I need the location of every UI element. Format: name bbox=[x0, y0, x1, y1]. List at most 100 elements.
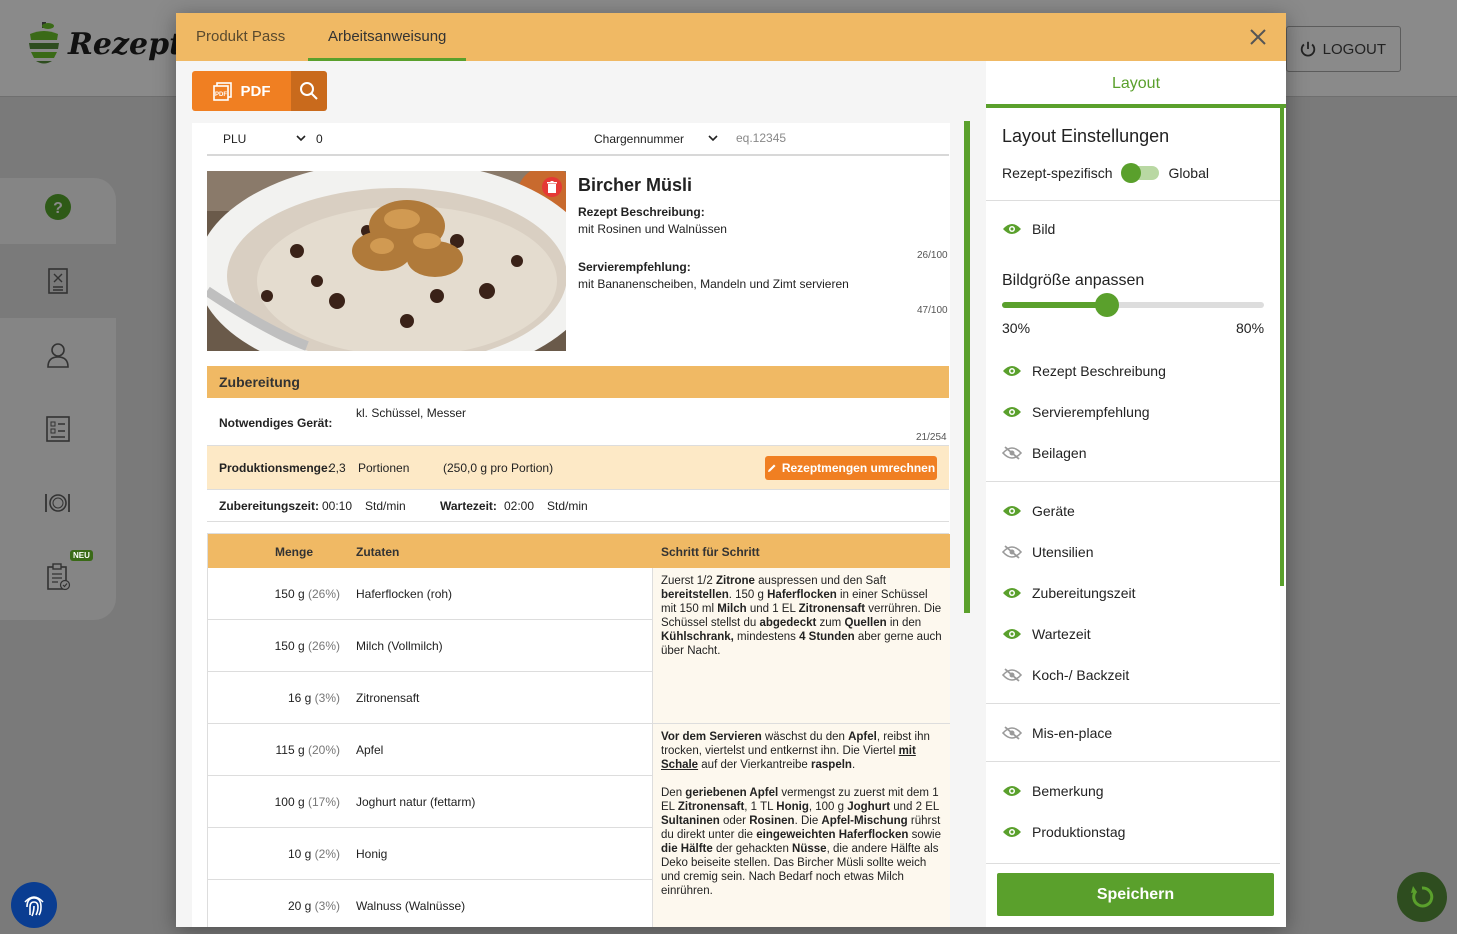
produktionsmenge-row: Produktionsmenge: 2,3 Portionen (250,0 g… bbox=[207, 446, 949, 490]
zub-zeit-value[interactable]: 00:10 bbox=[322, 499, 352, 513]
sidebar-item-recipes[interactable] bbox=[0, 244, 116, 318]
option-label: Mis-en-place bbox=[1032, 725, 1113, 741]
eye-icon[interactable] bbox=[1002, 825, 1022, 839]
option-label: Koch-/ Backzeit bbox=[1032, 667, 1130, 683]
option-produktionstag[interactable]: Produktionstag bbox=[1002, 824, 1125, 840]
tab-produkt-pass[interactable]: Produkt Pass bbox=[176, 13, 305, 61]
divider bbox=[986, 703, 1280, 704]
ingredient-amount: 16 g bbox=[287, 691, 312, 705]
toggle-knob[interactable] bbox=[1120, 163, 1141, 183]
pdf-label: PDF bbox=[240, 82, 271, 100]
option-label: Servierempfehlung bbox=[1032, 404, 1150, 420]
option-utensilien[interactable]: Utensilien bbox=[1002, 544, 1093, 560]
option-rezept-beschreibung[interactable]: Rezept Beschreibung bbox=[1002, 363, 1166, 379]
slider-handle[interactable] bbox=[1094, 293, 1119, 317]
tab-arbeitsanweisung[interactable]: Arbeitsanweisung bbox=[308, 13, 467, 61]
ingredient-name: Joghurt natur (fettarm) bbox=[356, 795, 476, 809]
checklist-icon bbox=[46, 416, 70, 442]
prod-value[interactable]: 2,3 bbox=[329, 461, 346, 475]
sidebar-item-users[interactable] bbox=[0, 318, 116, 392]
eye-icon[interactable] bbox=[1002, 586, 1022, 600]
step-1[interactable]: Zuerst 1/2 Zitrone auspressen und den Sa… bbox=[653, 568, 950, 724]
eye-off-icon[interactable] bbox=[1002, 668, 1022, 682]
eye-icon[interactable] bbox=[1002, 364, 1022, 378]
plu-input[interactable]: 0 bbox=[316, 132, 323, 146]
layout-panel: Layout Layout Einstellungen Rezept-spezi… bbox=[986, 61, 1286, 927]
ingredient-name: Honig bbox=[356, 847, 388, 861]
option-label: Zubereitungszeit bbox=[1032, 585, 1136, 601]
option-beilagen[interactable]: Beilagen bbox=[1002, 445, 1087, 461]
toggle-left-label: Rezept-spezifisch bbox=[1002, 165, 1113, 181]
fingerprint-button[interactable] bbox=[11, 882, 57, 928]
umrechnen-button[interactable]: Rezeptmengen umrechnen bbox=[765, 456, 937, 480]
refresh-button[interactable] bbox=[1397, 872, 1447, 922]
help-icon: ? bbox=[45, 194, 71, 220]
option-label: Bemerkung bbox=[1032, 783, 1104, 799]
option-label: Geräte bbox=[1032, 503, 1075, 519]
recipe-modal: Produkt Pass Arbeitsanweisung PDF PDF PL… bbox=[176, 13, 1286, 927]
desc-value[interactable]: mit Rosinen und Walnüssen bbox=[578, 222, 727, 236]
pencil-icon bbox=[767, 464, 776, 472]
document-panel: PDF PDF PLU 0 Chargennummer eq.12345 Bir… bbox=[176, 61, 986, 927]
divider bbox=[986, 481, 1280, 482]
option-servierempfehlung[interactable]: Servierempfehlung bbox=[1002, 404, 1150, 420]
option-zubereitungszeit[interactable]: Zubereitungszeit bbox=[1002, 585, 1136, 601]
fingerprint-icon bbox=[24, 896, 44, 917]
document-scrollbar[interactable] bbox=[964, 121, 970, 613]
close-icon[interactable] bbox=[1246, 25, 1270, 49]
table-row: 150 g (26%) Milch (Vollmilch) bbox=[208, 620, 653, 672]
geraet-value[interactable]: kl. Schüssel, Messer bbox=[356, 406, 466, 420]
warte-value[interactable]: 02:00 bbox=[504, 499, 534, 513]
step-2[interactable]: Vor dem Servieren wäschst du den Apfel, … bbox=[653, 724, 950, 927]
eye-off-icon[interactable] bbox=[1002, 545, 1022, 559]
ingredient-amount: 100 g bbox=[274, 795, 305, 809]
eye-icon[interactable] bbox=[1002, 504, 1022, 518]
desc-label: Rezept Beschreibung: bbox=[578, 205, 705, 219]
ingredient-name: Haferflocken (roh) bbox=[356, 587, 453, 601]
zubereitung-header: Zubereitung bbox=[207, 366, 949, 398]
option-bemerkung[interactable]: Bemerkung bbox=[1002, 783, 1104, 799]
slider-min-label: 30% bbox=[1002, 320, 1031, 336]
layout-scrollbar[interactable] bbox=[1280, 108, 1284, 586]
preview-button[interactable] bbox=[291, 71, 327, 111]
charge-select[interactable]: Chargennummer bbox=[594, 132, 684, 146]
table-row: 115 g (20%) Apfel bbox=[208, 724, 653, 776]
eye-off-icon[interactable] bbox=[1002, 446, 1022, 460]
eye-off-icon[interactable] bbox=[1002, 726, 1022, 740]
chevron-down-icon[interactable] bbox=[296, 133, 306, 143]
eye-icon[interactable] bbox=[1002, 405, 1022, 419]
tab-layout[interactable]: Layout bbox=[986, 61, 1286, 108]
search-icon bbox=[300, 82, 318, 100]
delete-image-button[interactable] bbox=[542, 177, 562, 197]
ingredient-amount: 150 g bbox=[274, 587, 305, 601]
serv-label: Servierempfehlung: bbox=[578, 260, 691, 274]
scope-toggle[interactable] bbox=[1120, 163, 1159, 183]
save-button[interactable]: Speichern bbox=[997, 873, 1274, 916]
scope-toggle-row: Rezept-spezifisch Global bbox=[1002, 163, 1209, 183]
serv-value[interactable]: mit Bananenscheiben, Mandeln und Zimt se… bbox=[578, 277, 849, 291]
option-bild[interactable]: Bild bbox=[1002, 221, 1055, 237]
chevron-down-icon[interactable] bbox=[708, 133, 718, 143]
option-mis-en-place[interactable]: Mis-en-place bbox=[1002, 725, 1112, 741]
sidebar-item-menu[interactable] bbox=[0, 466, 116, 540]
option-wartezeit[interactable]: Wartezeit bbox=[1002, 626, 1091, 642]
plu-select[interactable]: PLU bbox=[223, 132, 246, 146]
charge-input[interactable]: eq.12345 bbox=[736, 131, 786, 145]
table-row: 100 g (17%) Joghurt natur (fettarm) bbox=[208, 776, 653, 828]
sidebar-item-help[interactable]: ? bbox=[0, 170, 116, 244]
power-icon bbox=[1300, 41, 1315, 57]
logout-button[interactable]: LOGOUT bbox=[1286, 26, 1401, 72]
table-row: 150 g (26%) Haferflocken (roh) bbox=[208, 568, 653, 620]
option-geraete[interactable]: Geräte bbox=[1002, 503, 1075, 519]
sidebar-item-tasks[interactable]: NEU bbox=[0, 540, 116, 614]
eye-icon[interactable] bbox=[1002, 627, 1022, 641]
divider bbox=[986, 863, 1280, 864]
option-label: Bild bbox=[1032, 221, 1056, 237]
eye-icon[interactable] bbox=[1002, 222, 1022, 236]
bildgroesse-slider[interactable] bbox=[1002, 293, 1264, 317]
recipe-image bbox=[207, 171, 566, 351]
pdf-button[interactable]: PDF PDF bbox=[192, 71, 291, 111]
option-kochzeit[interactable]: Koch-/ Backzeit bbox=[1002, 667, 1129, 683]
eye-icon[interactable] bbox=[1002, 784, 1022, 798]
sidebar-item-lists[interactable] bbox=[0, 392, 116, 466]
